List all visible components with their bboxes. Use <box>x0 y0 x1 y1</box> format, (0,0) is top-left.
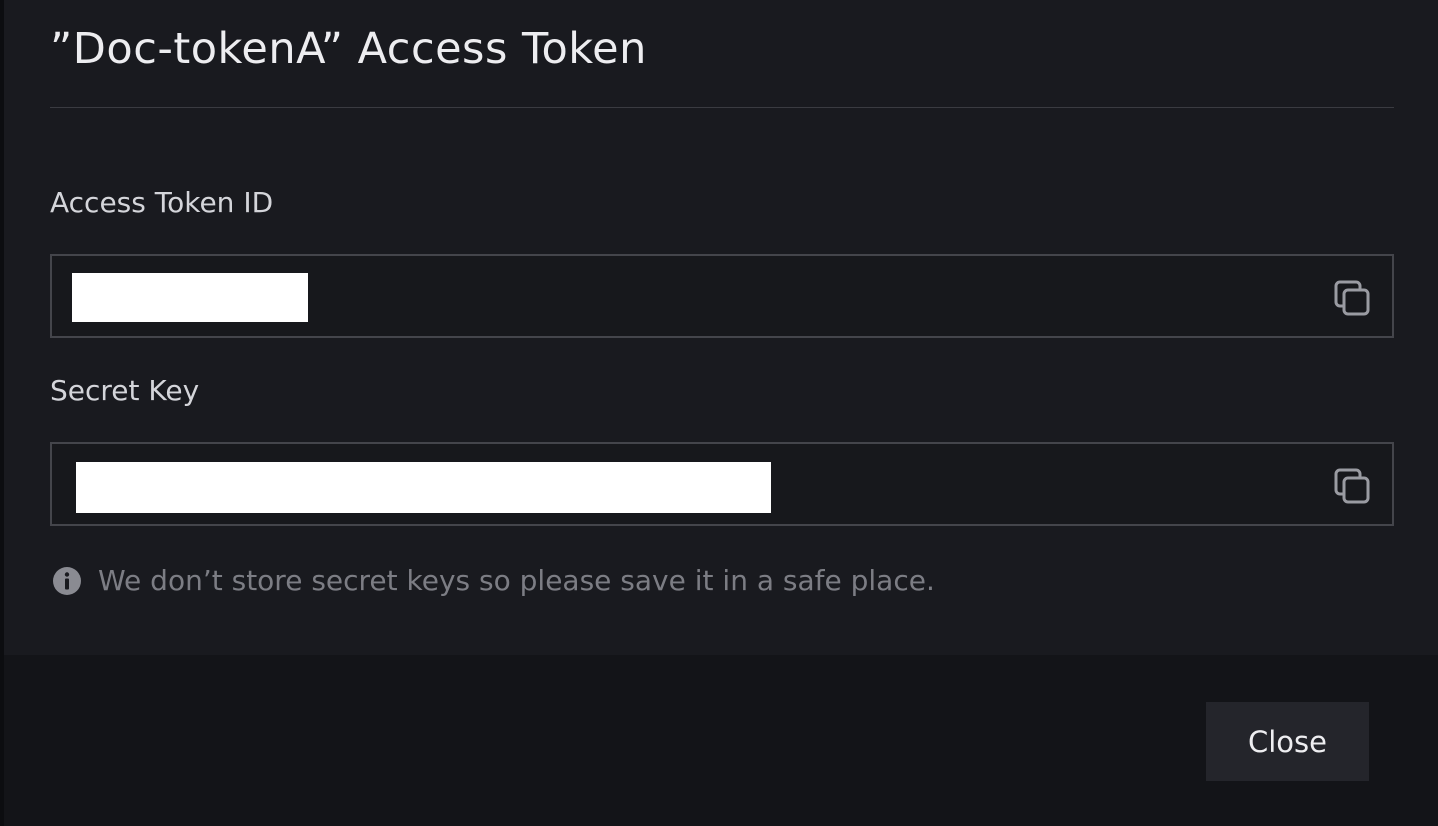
title-divider <box>50 107 1394 108</box>
secret-key-label: Secret Key <box>50 374 200 407</box>
access-token-id-field[interactable] <box>50 254 1394 338</box>
access-token-id-label: Access Token ID <box>50 186 274 219</box>
copy-icon <box>1334 468 1370 504</box>
secret-key-notice: We don’t store secret keys so please sav… <box>52 564 935 597</box>
copy-access-token-button[interactable] <box>1332 278 1372 318</box>
copy-icon <box>1334 280 1370 316</box>
secret-key-field[interactable] <box>50 442 1394 526</box>
close-button[interactable]: Close <box>1206 702 1369 781</box>
modal-footer: Close <box>4 655 1438 826</box>
copy-secret-key-button[interactable] <box>1332 466 1372 506</box>
notice-text: We don’t store secret keys so please sav… <box>98 564 935 597</box>
modal-body: ”Doc-tokenA” Access Token Access Token I… <box>4 0 1438 655</box>
page: ”Doc-tokenA” Access Token Access Token I… <box>0 0 1438 826</box>
secret-key-value-redacted <box>76 462 771 513</box>
access-token-id-value-redacted <box>72 273 308 322</box>
access-token-modal: ”Doc-tokenA” Access Token Access Token I… <box>4 0 1438 826</box>
info-icon <box>53 566 81 595</box>
modal-title: ”Doc-tokenA” Access Token <box>50 24 647 74</box>
